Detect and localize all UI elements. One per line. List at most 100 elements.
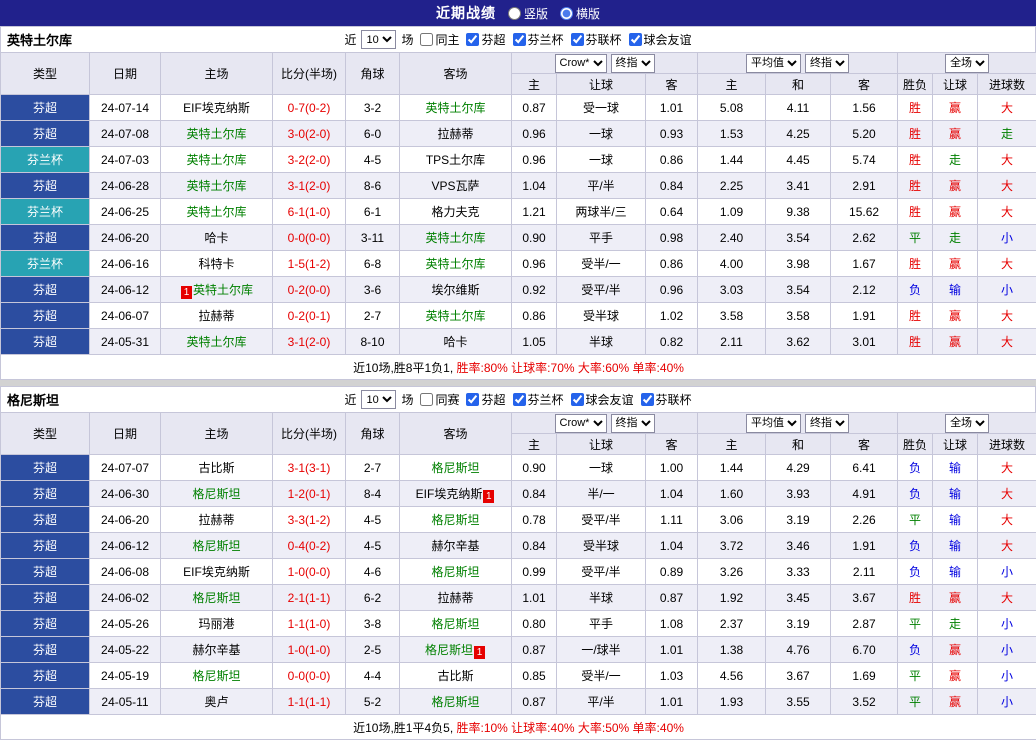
horizontal-radio-input[interactable] xyxy=(560,7,573,20)
result-cell: 平 xyxy=(898,507,933,533)
score-cell: 2-1(1-1) xyxy=(273,585,346,611)
filter-checkbox-芬超[interactable]: 芬超 xyxy=(462,31,505,48)
away-team-cell: 格力夫克 xyxy=(400,199,512,225)
odds-away-cell: 1.11 xyxy=(646,507,698,533)
odds-source-select[interactable]: Crow* xyxy=(555,414,607,433)
odds-away-cell: 1.01 xyxy=(646,689,698,715)
home-team-cell: 哈卡 xyxy=(161,225,273,251)
column-header: 比分(半场) xyxy=(273,53,346,95)
odds-home-cell: 0.96 xyxy=(512,251,557,277)
score-cell: 1-0(0-0) xyxy=(273,559,346,585)
result-cell: 小 xyxy=(978,277,1036,303)
column-header: 比分(半场) xyxy=(273,413,346,455)
odds-home-cell: 0.85 xyxy=(512,663,557,689)
checkbox-input[interactable] xyxy=(466,393,479,406)
checkbox-input[interactable] xyxy=(629,33,642,46)
filter-checkbox-球会友谊[interactable]: 球会友谊 xyxy=(567,391,634,408)
filter-checkbox-芬兰杯[interactable]: 芬兰杯 xyxy=(509,391,564,408)
avg-odds-cell: 3.58 xyxy=(766,303,831,329)
match-row: 芬超24-05-22赫尔辛基1-0(1-0)2-5格尼斯坦10.87一/球半1.… xyxy=(1,637,1036,663)
summary-row: 近10场,胜8平1负1, 胜率:80% 让球率:70% 大率:60% 单率:40… xyxy=(1,355,1036,380)
team-name: 格尼斯坦 xyxy=(7,390,59,409)
odds-source-select[interactable]: 终指 xyxy=(805,414,849,433)
league-cell: 芬超 xyxy=(1,277,90,303)
odds-source-select[interactable]: 全场 xyxy=(945,414,989,433)
checkbox-input[interactable] xyxy=(420,393,433,406)
filter-checkbox-芬联杯[interactable]: 芬联杯 xyxy=(567,31,622,48)
avg-odds-cell: 1.69 xyxy=(831,663,898,689)
result-cell: 胜 xyxy=(898,95,933,121)
avg-odds-cell: 2.12 xyxy=(831,277,898,303)
odds-source-select[interactable]: Crow* xyxy=(555,54,607,73)
handicap-cell: 一球 xyxy=(557,455,646,481)
league-cell: 芬超 xyxy=(1,689,90,715)
results-table: 类型日期主场比分(半场)角球客场Crow*终指平均值终指全场主让球客主和客胜负让… xyxy=(0,412,1036,740)
checkbox-input[interactable] xyxy=(571,393,584,406)
score-cell: 6-1(1-0) xyxy=(273,199,346,225)
result-cell: 大 xyxy=(978,481,1036,507)
filter-checkbox-芬超[interactable]: 芬超 xyxy=(462,391,505,408)
checkbox-input[interactable] xyxy=(513,393,526,406)
checkbox-input[interactable] xyxy=(641,393,654,406)
away-team-cell: 埃尔维斯 xyxy=(400,277,512,303)
league-cell: 芬超 xyxy=(1,585,90,611)
avg-odds-cell: 3.46 xyxy=(766,533,831,559)
odds-home-cell: 0.87 xyxy=(512,689,557,715)
team-label: 哈卡 xyxy=(204,231,228,245)
checkbox-input[interactable] xyxy=(513,33,526,46)
layout-radio-vertical[interactable]: 竖版 xyxy=(508,5,548,22)
result-cell: 平 xyxy=(898,663,933,689)
result-cell: 小 xyxy=(978,225,1036,251)
filter-checkbox-同赛[interactable]: 同赛 xyxy=(416,391,459,408)
home-team-cell: 英特土尔库 xyxy=(161,121,273,147)
team-label: 拉赫蒂 xyxy=(198,513,234,527)
filter-checkbox-芬联杯[interactable]: 芬联杯 xyxy=(637,391,692,408)
result-cell: 负 xyxy=(898,637,933,663)
home-team-cell: 英特土尔库 xyxy=(161,329,273,355)
team-label: 格尼斯坦 xyxy=(431,565,479,579)
odds-source-select[interactable]: 终指 xyxy=(805,54,849,73)
handicap-cell: 一/球半 xyxy=(557,637,646,663)
team-label: 玛丽港 xyxy=(198,617,234,631)
result-cell: 赢 xyxy=(933,173,978,199)
avg-odds-cell: 1.91 xyxy=(831,303,898,329)
result-cell: 大 xyxy=(978,329,1036,355)
corner-cell: 2-5 xyxy=(346,637,400,663)
odds-source-select[interactable]: 终指 xyxy=(611,414,655,433)
away-team-cell: 格尼斯坦 xyxy=(400,455,512,481)
away-team-cell: 格尼斯坦 xyxy=(400,507,512,533)
checkbox-input[interactable] xyxy=(466,33,479,46)
odds-source-select[interactable]: 全场 xyxy=(945,54,989,73)
odds-home-cell: 1.01 xyxy=(512,585,557,611)
red-card-badge: 1 xyxy=(181,286,192,299)
team-section-1: 英特土尔库 近10场同主芬超芬兰杯芬联杯球会友谊 类型日期主场比分(半场)角球客… xyxy=(0,26,1036,380)
avg-odds-cell: 1.38 xyxy=(698,637,766,663)
checkbox-input[interactable] xyxy=(571,33,584,46)
match-count-select[interactable]: 10 xyxy=(361,30,396,49)
odds-away-cell: 0.93 xyxy=(646,121,698,147)
column-header: 让球 xyxy=(557,74,646,95)
odds-source-select[interactable]: 平均值 xyxy=(746,414,801,433)
avg-odds-cell: 2.62 xyxy=(831,225,898,251)
odds-source-select[interactable]: 终指 xyxy=(611,54,655,73)
column-header: 让球 xyxy=(933,434,978,455)
match-row: 芬超24-05-11奥卢1-1(1-1)5-2格尼斯坦0.87平/半1.011.… xyxy=(1,689,1036,715)
result-cell: 输 xyxy=(933,559,978,585)
filter-checkbox-芬兰杯[interactable]: 芬兰杯 xyxy=(509,31,564,48)
team-label: 英特土尔库 xyxy=(186,205,246,219)
home-team-cell: 英特土尔库 xyxy=(161,147,273,173)
filter-checkbox-同主[interactable]: 同主 xyxy=(416,31,459,48)
checkbox-input[interactable] xyxy=(420,33,433,46)
date-cell: 24-06-20 xyxy=(90,507,161,533)
result-cell: 胜 xyxy=(898,585,933,611)
filter-checkbox-球会友谊[interactable]: 球会友谊 xyxy=(625,31,692,48)
layout-radio-horizontal[interactable]: 横版 xyxy=(560,5,600,22)
away-team-cell: 英特土尔库 xyxy=(400,95,512,121)
date-cell: 24-06-28 xyxy=(90,173,161,199)
vertical-radio-input[interactable] xyxy=(508,7,521,20)
match-count-select[interactable]: 10 xyxy=(361,390,396,409)
score-cell: 0-2(0-1) xyxy=(273,303,346,329)
team-label: EIF埃克纳斯 xyxy=(183,565,250,579)
result-cell: 赢 xyxy=(933,663,978,689)
odds-source-select[interactable]: 平均值 xyxy=(746,54,801,73)
